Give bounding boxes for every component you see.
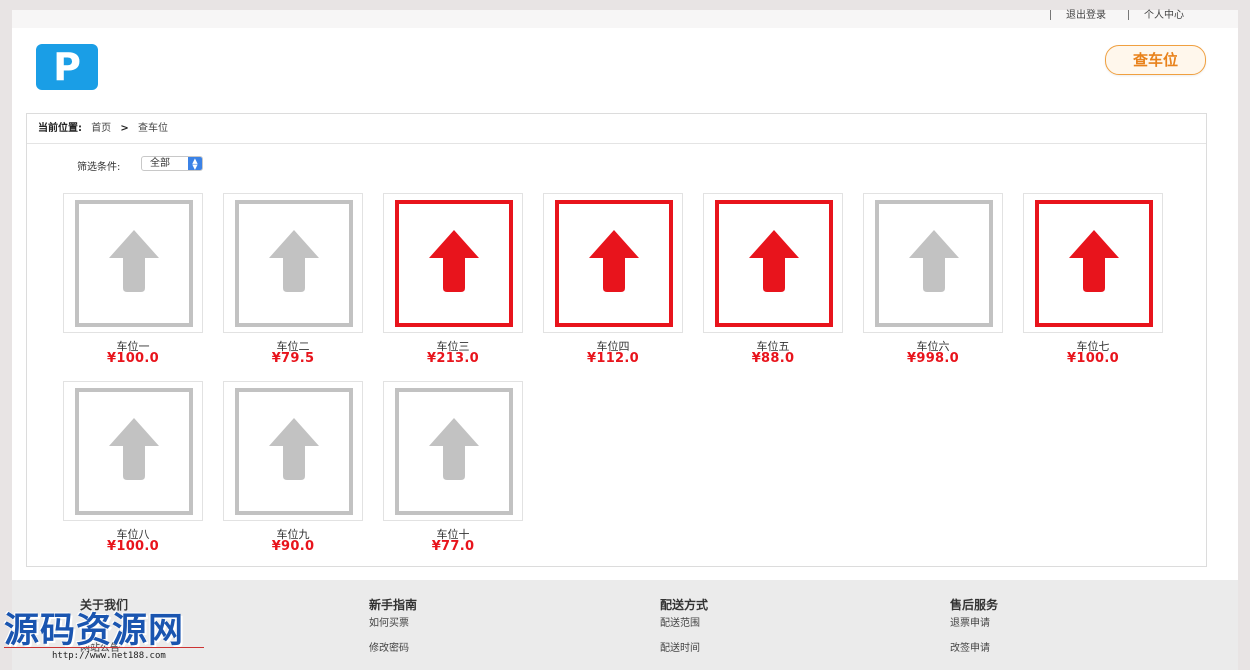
spot-image [63, 381, 203, 521]
footer-heading: 新手指南 [369, 598, 418, 612]
spot-image [63, 193, 203, 333]
watermark-text: 源码资源网 [4, 611, 185, 651]
footer-link[interactable]: 改签申请 [950, 639, 990, 654]
spot-image [223, 193, 363, 333]
breadcrumb-separator: > [120, 123, 129, 134]
up-arrow-icon [269, 230, 319, 292]
up-arrow-icon [749, 230, 799, 292]
spot-price: ¥100.0 [107, 539, 159, 554]
spot-price: ¥998.0 [907, 351, 959, 366]
up-arrow-icon [429, 230, 479, 292]
spot-image [383, 193, 523, 333]
breadcrumb-home-link[interactable]: 首页 [91, 123, 111, 134]
spot-price: ¥213.0 [427, 351, 479, 366]
up-arrow-icon [909, 230, 959, 292]
profile-link[interactable]: 个人中心 [1144, 10, 1184, 21]
breadcrumb-label: 当前位置: [38, 123, 82, 134]
filter-selected-value: 全部 [150, 158, 170, 169]
spot-image [863, 193, 1003, 333]
footer-link[interactable]: 修改密码 [369, 639, 409, 654]
spot-price: ¥88.0 [751, 351, 795, 366]
main-content: 当前位置: 首页 > 查车位 筛选条件: 全部 ▲ ▼ 车位一 ¥100.0 车位二 ¥… [26, 113, 1207, 567]
select-arrows-icon: ▲ ▼ [188, 157, 202, 171]
up-arrow-icon [109, 418, 159, 480]
spot-image [223, 381, 363, 521]
spot-price: ¥100.0 [1067, 351, 1119, 366]
watermark: 源码资源网 http://www.net188.com [4, 602, 209, 666]
spot-image [543, 193, 683, 333]
spot-price: ¥90.0 [271, 539, 315, 554]
divider [1128, 10, 1129, 20]
footer-link[interactable]: 配送范围 [660, 614, 700, 629]
footer-heading: 售后服务 [950, 598, 999, 612]
watermark-url: http://www.net188.com [52, 651, 166, 661]
parking-logo-icon[interactable]: P [36, 44, 98, 90]
divider [1050, 10, 1051, 20]
spot-image [703, 193, 843, 333]
top-bar: 退出登录 个人中心 [12, 10, 1238, 28]
logout-link[interactable]: 退出登录 [1066, 10, 1106, 21]
up-arrow-icon [109, 230, 159, 292]
footer-heading: 配送方式 [660, 598, 709, 612]
spot-price: ¥77.0 [431, 539, 475, 554]
filter-select[interactable]: 全部 ▲ ▼ [141, 156, 203, 171]
spot-image [1023, 193, 1163, 333]
page: 退出登录 个人中心 P 查车位 当前位置: 首页 > 查车位 筛选条件: 全部 … [12, 10, 1238, 670]
breadcrumb: 当前位置: 首页 > 查车位 [27, 114, 1206, 144]
watermark-underline [4, 647, 204, 648]
spot-price: ¥100.0 [107, 351, 159, 366]
up-arrow-icon [429, 418, 479, 480]
spot-price: ¥112.0 [587, 351, 639, 366]
query-parking-button[interactable]: 查车位 [1105, 45, 1206, 75]
footer-link[interactable]: 退票申请 [950, 614, 990, 629]
up-arrow-icon [589, 230, 639, 292]
footer-link[interactable]: 如何买票 [369, 614, 409, 629]
footer-link[interactable]: 配送时间 [660, 639, 700, 654]
filter-label: 筛选条件: [77, 162, 121, 173]
spot-price: ¥79.5 [271, 351, 315, 366]
spot-image [383, 381, 523, 521]
up-arrow-icon [1069, 230, 1119, 292]
up-arrow-icon [269, 418, 319, 480]
breadcrumb-current: 查车位 [137, 123, 168, 134]
